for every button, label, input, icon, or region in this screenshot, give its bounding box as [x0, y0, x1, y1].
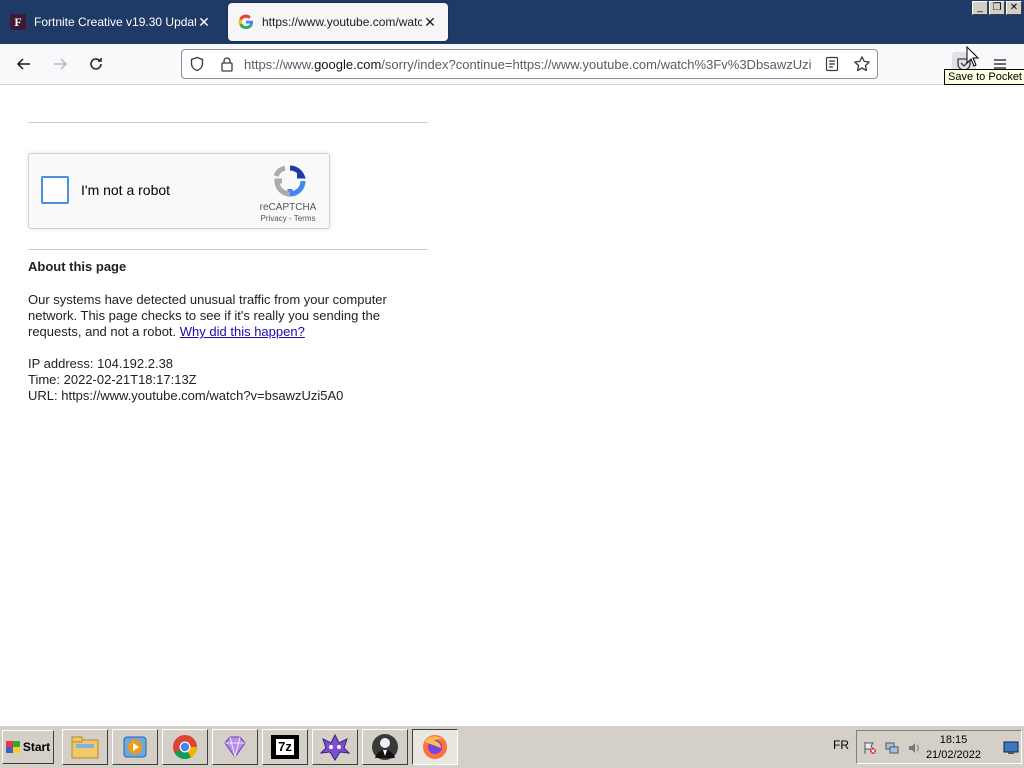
window-controls: _ ❐ ✕ — [972, 1, 1022, 15]
recaptcha-brand: reCAPTCHA — [259, 202, 317, 213]
back-button[interactable] — [12, 52, 36, 76]
not-robot-checkbox[interactable] — [41, 176, 69, 204]
recaptcha-widget: I'm not a robot reCAPTCHA Privacy - Term… — [28, 153, 330, 229]
shield-icon[interactable] — [182, 50, 212, 78]
close-window-button[interactable]: ✕ — [1006, 1, 1022, 15]
chrome-taskbar-button[interactable] — [162, 729, 208, 765]
time-text: Time: 2022-02-21T18:17:13Z — [28, 372, 197, 387]
lock-icon[interactable] — [212, 50, 242, 78]
tab-youtube[interactable]: https://www.youtube.com/watch? ✕ — [228, 3, 448, 41]
language-indicator[interactable]: FR — [833, 738, 849, 752]
url-domain: google.com — [314, 56, 382, 72]
divider — [28, 122, 428, 123]
start-label: Start — [22, 740, 51, 754]
bookmark-star-icon[interactable] — [847, 50, 877, 78]
checkbox-label: I'm not a robot — [81, 182, 171, 198]
clock-time: 18:15 — [939, 734, 968, 746]
recaptcha-links[interactable]: Privacy - Terms — [255, 214, 321, 223]
suit-app-taskbar-button[interactable] — [362, 729, 408, 765]
recaptcha-logo-icon — [273, 165, 306, 197]
7zip-text: 7z — [276, 739, 294, 755]
media-player-icon — [123, 736, 147, 758]
close-icon[interactable]: ✕ — [196, 14, 212, 30]
system-tray: 18:15 21/02/2022 — [856, 730, 1022, 764]
fortnite-f-icon: F — [10, 14, 26, 30]
forward-button[interactable] — [48, 52, 72, 76]
network-icon[interactable] — [885, 741, 899, 755]
show-desktop-icon[interactable] — [1003, 741, 1019, 755]
url-prefix: https://www. — [244, 56, 315, 72]
mouse-cursor-icon — [966, 46, 980, 67]
7zip-taskbar-button[interactable]: 7z — [262, 729, 308, 765]
minimize-button[interactable]: _ — [972, 1, 988, 15]
back-arrow-icon — [16, 58, 30, 70]
url-rest: /sorry/index?continue=https://www.youtub… — [381, 56, 812, 72]
volume-icon[interactable] — [907, 741, 921, 755]
pocket-tooltip: Save to Pocket — [944, 69, 1024, 85]
start-button[interactable]: Start — [2, 730, 54, 764]
media-player-taskbar-button[interactable] — [112, 729, 158, 765]
purple-app-taskbar-button[interactable] — [312, 729, 358, 765]
explorer-icon — [71, 736, 99, 759]
address-bar[interactable]: https://www.google.com/sorry/index?conti… — [181, 49, 878, 79]
reload-icon — [90, 58, 102, 70]
tab-fortnite[interactable]: F Fortnite Creative v19.30 Update ✕ — [0, 3, 222, 41]
reload-button[interactable] — [84, 52, 108, 76]
suit-avatar-icon — [372, 734, 398, 760]
why-link[interactable]: Why did this happen? — [180, 324, 305, 339]
windows-flag-icon — [5, 741, 20, 753]
ip-address-text: IP address: 104.192.2.38 — [28, 356, 174, 371]
action-center-flag-icon[interactable] — [863, 741, 877, 755]
google-g-icon — [238, 14, 254, 30]
explorer-taskbar-button[interactable] — [62, 729, 108, 765]
url-text[interactable]: https://www.google.com/sorry/index?conti… — [242, 57, 817, 72]
clock[interactable]: 18:15 21/02/2022 — [926, 733, 981, 763]
url-info-text: URL: https://www.youtube.com/watch?v=bsa… — [28, 388, 344, 403]
tab-title: https://www.youtube.com/watch? — [262, 15, 422, 29]
gem-icon — [224, 736, 246, 758]
divider — [28, 249, 428, 250]
forward-arrow-icon — [54, 58, 68, 70]
firefox-icon — [423, 735, 447, 759]
restore-button[interactable]: ❐ — [989, 1, 1005, 15]
firefox-taskbar-button[interactable] — [412, 729, 458, 765]
close-icon[interactable]: ✕ — [422, 14, 438, 30]
about-heading: About this page — [28, 259, 127, 274]
tab-strip: F Fortnite Creative v19.30 Update ✕ http… — [0, 0, 1024, 44]
clock-date: 21/02/2022 — [925, 749, 981, 761]
navigation-bar: https://www.google.com/sorry/index?conti… — [0, 44, 1024, 85]
taskbar: Start 7z 18:15 21/02/2022 — [0, 725, 1024, 768]
7zip-icon: 7z — [271, 735, 299, 759]
about-paragraph: Our systems have detected unusual traffi… — [28, 292, 408, 340]
chrome-icon — [173, 735, 197, 760]
reader-view-icon[interactable] — [817, 50, 847, 78]
tab-title: Fortnite Creative v19.30 Update — [34, 15, 196, 29]
gem-app-taskbar-button[interactable] — [212, 729, 258, 765]
purple-app-icon — [320, 733, 350, 761]
